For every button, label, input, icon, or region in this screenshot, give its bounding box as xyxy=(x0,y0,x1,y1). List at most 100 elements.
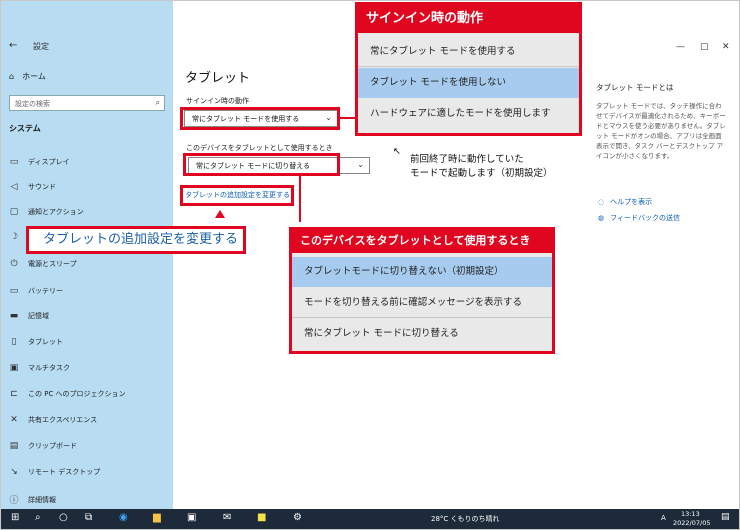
sidebar-item[interactable]: ✕ 共有エクスペリエンス xyxy=(9,415,97,425)
close-icon[interactable]: ✕ xyxy=(722,42,730,52)
storage-icon: ▬ xyxy=(9,311,19,321)
sidebar-item-label: 記憶域 xyxy=(28,312,49,320)
sidebar-item[interactable]: ▢ 通知とアクション xyxy=(9,207,84,217)
maximize-icon[interactable]: ▢ xyxy=(700,42,709,52)
battery-icon: ▭ xyxy=(9,286,19,296)
weather-text[interactable]: 28°C くもりのち晴れ xyxy=(431,514,500,524)
signin-highlight xyxy=(180,107,340,130)
mail-icon[interactable]: ✉ xyxy=(223,512,231,523)
cortana-icon[interactable]: ○ xyxy=(59,512,68,523)
sidebar-home[interactable]: ⌂ ホーム xyxy=(9,71,46,82)
sidebar-item[interactable]: ⊏ この PC へのプロジェクション xyxy=(9,389,126,399)
home-icon: ⌂ xyxy=(9,72,15,81)
feedback-link[interactable]: ◍ フィードバックの送信 xyxy=(598,213,680,223)
sidebar-item[interactable]: ▭ ディスプレイ xyxy=(9,157,70,167)
device-option-selected[interactable]: タブレットモードに切り替えない（初期設定） xyxy=(292,257,552,287)
page-title: タブレット xyxy=(185,71,251,86)
sidebar-item-label: クリップボード xyxy=(28,442,77,450)
device-option[interactable]: 常にタブレット モードに切り替える xyxy=(292,319,552,349)
connector-line xyxy=(299,176,301,222)
panel-title: タブレット モードとは xyxy=(596,83,674,92)
sidebar-item[interactable]: ▬ 記憶域 xyxy=(9,311,49,321)
device-label: このデバイスをタブレットとして使用するとき xyxy=(186,144,333,152)
callout-title: このデバイスをタブレットとして使用するとき xyxy=(292,230,552,253)
help-icon: ◌ xyxy=(598,198,605,206)
sidebar-item-label: ディスプレイ xyxy=(28,158,70,166)
explorer-icon[interactable]: ▆ xyxy=(153,512,161,523)
clock-time[interactable]: 13:13 xyxy=(681,510,700,518)
remote-icon: ↘ xyxy=(10,467,18,477)
annotation-label: タブレットの追加設定を変更する xyxy=(26,226,246,254)
sidebar-item[interactable]: ↘ リモート デスクトップ xyxy=(9,467,100,477)
sidebar-item-label: 詳細情報 xyxy=(28,495,56,504)
sidebar-item-label: サウンド xyxy=(28,183,56,191)
chevron-down-icon: ⌄ xyxy=(357,160,364,169)
callout-title: サインイン時の動作 xyxy=(358,5,579,33)
sidebar-item-label: タブレット xyxy=(28,338,63,346)
start-icon[interactable]: ⊞ xyxy=(11,512,19,523)
signin-option[interactable]: 常にタブレット モードを使用する xyxy=(358,37,579,67)
sidebar-item-label: この PC へのプロジェクション xyxy=(28,390,126,398)
feedback-label: フィードバックの送信 xyxy=(610,214,680,222)
device-callout: このデバイスをタブレットとして使用するとき タブレットモードに切り替えない（初期… xyxy=(289,227,555,354)
sidebar-item-label: マルチタスク xyxy=(28,364,70,372)
sidebar-item[interactable]: ▣ マルチタスク xyxy=(9,363,70,373)
sidebar-item[interactable]: ▤ クリップボード xyxy=(9,441,77,451)
tablet-icon: ▯ xyxy=(11,337,17,347)
sidebar-item-label: 通知とアクション xyxy=(28,208,84,216)
device-option[interactable]: モードを切り替える前に確認メッセージを表示する xyxy=(292,288,552,318)
search-icon: ⌕ xyxy=(155,98,160,107)
link-highlight xyxy=(180,185,294,206)
search-icon[interactable]: ⌕ xyxy=(35,512,41,523)
edge-icon[interactable]: ◉ xyxy=(119,512,128,523)
annotation-arrow xyxy=(215,210,225,218)
info-icon: ⓘ xyxy=(9,496,19,506)
sidebar-item-label: 電源とスリープ xyxy=(28,260,77,268)
help-link[interactable]: ◌ ヘルプを表示 xyxy=(598,197,652,207)
signin-callout: サインイン時の動作 常にタブレット モードを使用する タブレット モードを使用し… xyxy=(355,2,582,136)
shared-icon: ✕ xyxy=(10,415,18,425)
signin-option[interactable]: ハードウェアに適したモードを使用します xyxy=(358,99,579,129)
sidebar-item[interactable]: ⓘ 詳細情報 xyxy=(9,493,56,507)
connector-line xyxy=(340,117,356,119)
sound-icon: ◁ xyxy=(10,182,18,192)
notification-icon: ▢ xyxy=(9,207,19,217)
clipboard-icon: ▤ xyxy=(9,441,19,451)
device-highlight xyxy=(183,153,340,176)
sidebar-item[interactable]: ◁ サウンド xyxy=(9,182,56,192)
feedback-icon: ◍ xyxy=(598,214,605,222)
default-note: 前回終了時に動作していた モードで起動します（初期設定） xyxy=(410,154,553,179)
back-arrow-icon[interactable]: ← xyxy=(9,40,17,51)
sidebar-item-label: 共有エクスペリエンス xyxy=(28,416,98,424)
search-placeholder: 設定の検索 xyxy=(15,100,50,108)
store-icon[interactable]: ▣ xyxy=(187,512,196,523)
cursor-arrow-icon: ↖ xyxy=(393,146,401,157)
signin-option-selected[interactable]: タブレット モードを使用しない xyxy=(358,68,579,98)
search-input[interactable]: 設定の検索 ⌕ xyxy=(9,95,165,111)
signin-label: サインイン時の動作 xyxy=(186,97,249,105)
home-label: ホーム xyxy=(22,72,46,81)
sidebar-item-label: リモート デスクトップ xyxy=(28,468,101,476)
sidebar-item[interactable]: ⏻ 電源とスリープ xyxy=(9,259,77,269)
taskbar: ⊞ ⌕ ○ ⧉ ◉ ▆ ▣ ✉ ■ ⚙ 28°C くもりのち晴れ A 13:13… xyxy=(1,509,739,529)
sidebar-item-label: バッテリー xyxy=(28,287,63,295)
section-heading: システム xyxy=(9,124,41,133)
sidebar-item[interactable]: ▯ タブレット xyxy=(9,337,63,347)
sticky-notes-icon[interactable]: ■ xyxy=(257,512,266,523)
project-icon: ⊏ xyxy=(10,389,18,399)
multitask-icon: ▣ xyxy=(9,363,19,373)
minimize-icon[interactable]: — xyxy=(676,42,685,52)
notification-center-icon[interactable]: ▤ xyxy=(721,512,730,522)
window-title: 設定 xyxy=(33,42,49,51)
sidebar-item[interactable]: ▭ バッテリー xyxy=(9,286,63,296)
settings-icon[interactable]: ⚙ xyxy=(293,512,302,523)
clock-date[interactable]: 2022/07/05 xyxy=(673,519,710,527)
task-view-icon[interactable]: ⧉ xyxy=(85,512,92,523)
panel-text: タブレット モードでは、タッチ操作に合わせてデバイスが最適化されるため、キーボー… xyxy=(596,102,726,160)
ime-indicator[interactable]: A xyxy=(661,514,666,522)
display-icon: ▭ xyxy=(9,157,19,167)
sidebar: ← 設定 ⌂ ホーム 設定の検索 ⌕ システム ▭ ディスプレイ ◁ サウンド ▢ 通知と… xyxy=(1,1,173,509)
help-label: ヘルプを表示 xyxy=(610,198,653,206)
focus-icon: ☽ xyxy=(9,232,19,242)
power-icon: ⏻ xyxy=(10,259,18,269)
